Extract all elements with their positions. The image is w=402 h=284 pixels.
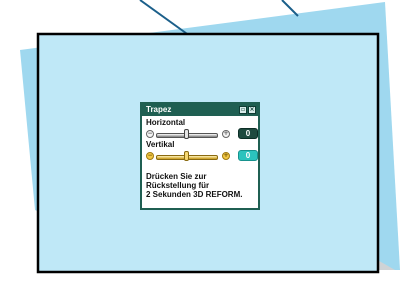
dialog-titlebar: Trapez ▫ × <box>142 104 258 116</box>
reset-instruction: Drücken Sie zur Rückstellung für 2 Sekun… <box>146 172 258 199</box>
projector-ray-right <box>281 0 299 17</box>
slider-max-icon: + <box>222 152 230 160</box>
dialog-title: Trapez <box>146 105 172 114</box>
instruction-line: Drücken Sie zur <box>146 172 207 181</box>
horizontal-slider[interactable]: − + 0 <box>146 128 258 140</box>
slider-min-icon: − <box>146 152 154 160</box>
vertical-value: 0 <box>238 150 258 161</box>
slider-min-icon: − <box>146 130 154 138</box>
vertical-slider[interactable]: − + 0 <box>146 150 258 162</box>
close-icon[interactable]: × <box>248 106 256 114</box>
horizontal-label: Horizontal <box>146 118 186 127</box>
titlebar-icon-group: ▫ × <box>239 106 256 114</box>
slider-max-icon: + <box>222 130 230 138</box>
horizontal-value: 0 <box>238 128 258 139</box>
slider-thumb[interactable] <box>183 151 189 161</box>
instruction-line: 2 Sekunden 3D REFORM. <box>146 190 243 199</box>
instruction-line: Rückstellung für <box>146 181 210 190</box>
minimize-icon[interactable]: ▫ <box>239 106 247 114</box>
projector-ray-left <box>139 0 191 37</box>
keystone-dialog: Trapez ▫ × Horizontal − + 0 Vertikal − +… <box>140 102 260 210</box>
slider-thumb[interactable] <box>183 129 189 139</box>
vertical-label: Vertikal <box>146 140 175 149</box>
